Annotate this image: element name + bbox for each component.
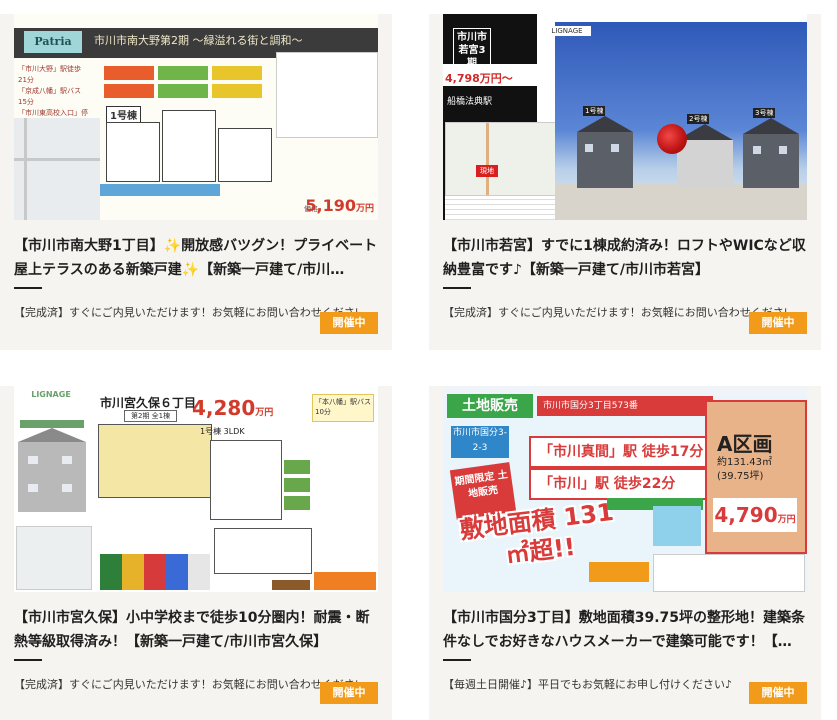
flyer-header: 市川市国分3丁目573番 xyxy=(537,396,713,416)
flyer-price: 4,280万円 xyxy=(192,396,274,420)
station-note: 「本八幡」駅バス10分 xyxy=(312,394,374,422)
feature-pill xyxy=(212,84,262,98)
window xyxy=(28,456,38,464)
house-roof xyxy=(577,116,633,132)
window xyxy=(28,484,38,492)
floor-plan-1f xyxy=(98,424,212,498)
title-divider xyxy=(443,659,471,661)
area-map xyxy=(14,118,100,220)
flyer-header-title: 市川市南大野第2期 〜緑溢れる街と調和〜 xyxy=(94,34,303,47)
lot-area: 約131.43㎡ (39.75坪) xyxy=(717,456,772,484)
site-marker: 現地 xyxy=(476,165,498,177)
flyer-price: 4,798万円～ xyxy=(445,72,513,85)
window xyxy=(779,146,787,154)
card-description: 【完成済】すぐにご内見いただけます！お気軽にお問い合わせください xyxy=(443,306,787,319)
status-badge: 開催中 xyxy=(749,312,807,334)
property-card[interactable]: 土地販売 市川市国分3丁目573番 市川市国分3-2-3 「市川真間」駅 徒歩1… xyxy=(429,386,821,720)
property-thumbnail[interactable]: 市川市若宮3期 4,798万円～ 船橋法典駅 現地 LIGNAGE 1号棟 2号… xyxy=(443,14,807,220)
lot-area-sqm: 約131.43㎡ xyxy=(717,457,772,468)
brand-logo: LIGNAGE xyxy=(31,390,71,399)
brand-logo: Patria xyxy=(24,31,82,53)
feature-pill xyxy=(158,66,208,80)
property-card[interactable]: Patria 市川市南大野第2期 〜緑溢れる街と調和〜 「市川大野」駅徒歩21分… xyxy=(0,14,392,350)
card-title[interactable]: 【市川市宮久保】小中学校まで徒歩10分圏内！耐震・断熱等級取得済み！【新築一戸建… xyxy=(14,606,378,654)
card-description: 【完成済】すぐにご内見いただけます！お気軽にお問い合わせください xyxy=(14,306,358,319)
station-access-2: 「市川」駅 徒歩22分 xyxy=(529,468,709,500)
unit-label: 1号棟 xyxy=(106,106,141,123)
area-map xyxy=(16,526,92,590)
house-1 xyxy=(577,132,633,188)
feature-badge xyxy=(284,496,310,510)
feature-badge xyxy=(284,460,310,474)
floor-plan-ldk xyxy=(214,528,312,574)
title-divider xyxy=(14,287,42,289)
title-divider xyxy=(14,659,42,661)
feature-pill xyxy=(104,84,154,98)
status-badge: 開催中 xyxy=(320,312,378,334)
house-3 xyxy=(743,134,799,188)
access-line: 「市川大野」駅徒歩21分 xyxy=(18,65,81,84)
station-access-1: 「市川真間」駅 徒歩17分 xyxy=(529,436,709,468)
card-title[interactable]: 【市川市若宮】すでに1棟成約済み！ロフトやWICなど収納豊富です♪【新築一戸建て… xyxy=(443,234,807,282)
property-thumbnail[interactable]: Patria 市川市南大野第2期 〜緑溢れる街と調和〜 「市川大野」駅徒歩21分… xyxy=(14,14,378,220)
feature-pill xyxy=(104,66,154,80)
window xyxy=(62,484,72,492)
property-thumbnail[interactable]: LIGNAGE 市川宮久保６丁目 第2期 全1棟 4,280万円 1号棟 3LD… xyxy=(14,386,378,592)
house-label: 2号棟 xyxy=(687,114,710,124)
info-bar xyxy=(100,184,220,196)
floor-plan-1f xyxy=(106,122,160,182)
plan-label: 1号棟 3LDK xyxy=(200,427,245,436)
house-label: 1号棟 xyxy=(583,106,606,116)
flyer-subtitle: 第2期 全1棟 xyxy=(124,410,178,422)
feature-badge xyxy=(284,478,310,492)
property-thumbnail[interactable]: 土地販売 市川市国分3丁目573番 市川市国分3-2-3 「市川真間」駅 徒歩1… xyxy=(443,386,807,592)
window xyxy=(753,146,761,154)
info-bar xyxy=(272,580,310,590)
land-sale-tag: 土地販売 xyxy=(447,394,533,418)
floor-plan-2f xyxy=(210,440,282,520)
area-map: 現地 xyxy=(445,122,557,196)
house-photo-ground xyxy=(555,184,807,220)
status-badge: 開催中 xyxy=(320,682,378,704)
rose-decoration xyxy=(657,124,687,154)
flyer-price: 5,190万円 xyxy=(305,196,374,215)
property-card-grid: Patria 市川市南大野第2期 〜緑溢れる街と調和〜 「市川大野」駅徒歩21分… xyxy=(0,0,837,720)
house-2 xyxy=(677,140,733,188)
lot-name: A区画 xyxy=(717,432,773,456)
area-map xyxy=(653,554,805,592)
house-illustration xyxy=(18,428,86,512)
map-detail xyxy=(653,506,701,546)
lot-area-tsubo: (39.75坪) xyxy=(717,471,764,482)
nearby-facilities-strip xyxy=(100,554,210,590)
window xyxy=(62,456,72,464)
floor-plan-2f xyxy=(162,110,216,182)
house-label: 3号棟 xyxy=(753,108,776,118)
flyer-title: 市川宮久保６丁目 xyxy=(100,396,197,410)
feature-pill xyxy=(158,84,208,98)
title-divider xyxy=(443,287,471,289)
promo-tag xyxy=(589,562,649,582)
card-description: 【完成済】すぐにご内見いただけます！お気軽にお問い合わせください xyxy=(14,678,358,691)
lot-price: 4,790万円 xyxy=(713,498,797,532)
window xyxy=(611,144,619,152)
status-badge: 開催中 xyxy=(749,682,807,704)
property-card[interactable]: 市川市若宮3期 4,798万円～ 船橋法典駅 現地 LIGNAGE 1号棟 2号… xyxy=(429,14,821,350)
property-card[interactable]: LIGNAGE 市川宮久保６丁目 第2期 全1棟 4,280万円 1号棟 3LD… xyxy=(0,386,392,720)
card-title[interactable]: 【市川市国分3丁目】敷地面積39.75坪の整形地！建築条件なしでお好きなハウスメ… xyxy=(443,606,807,654)
station-note-text: 「本八幡」駅バス10分 xyxy=(315,398,371,416)
card-title[interactable]: 【市川市南大野1丁目】✨開放感バツグン！プライベート屋上テラスのある新築戸建✨【… xyxy=(14,234,378,282)
station-label: 船橋法典駅 xyxy=(447,97,493,107)
brand-bar xyxy=(20,420,84,428)
card-description: 【毎週土日開催♪】平日でもお気軽にお申し付けください♪ xyxy=(443,678,733,691)
address-box: 市川市国分3-2-3 xyxy=(451,426,509,458)
brand-logo: LIGNAGE xyxy=(543,26,591,36)
option-bar xyxy=(314,572,376,590)
spec-table xyxy=(445,196,555,220)
site-layout xyxy=(276,52,378,138)
feature-pill xyxy=(212,66,262,80)
access-line: 「京成八幡」駅バス15分 xyxy=(18,87,81,106)
window xyxy=(585,144,593,152)
house-roof xyxy=(743,118,799,134)
floor-plan-3f xyxy=(218,128,272,182)
